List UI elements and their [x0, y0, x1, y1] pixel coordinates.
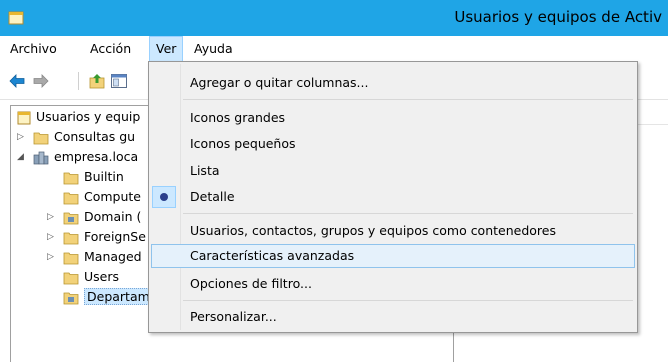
folder-icon: [63, 272, 79, 284]
tree-item-users[interactable]: Users: [63, 267, 119, 287]
menu-separator: [183, 99, 633, 100]
menu-item-users-as-containers[interactable]: Usuarios, contactos, grupos y equipos co…: [151, 219, 635, 243]
menu-item-large-icons[interactable]: Iconos grandes: [151, 106, 635, 130]
organizational-unit-icon: [63, 212, 79, 224]
console-tree: Usuarios y equip ▷ Consultas gu ◢ empres…: [10, 105, 150, 362]
menu-bar: Archivo Acción Ver Ayuda: [0, 36, 668, 62]
tree-item-builtin[interactable]: Builtin: [63, 167, 124, 187]
expand-expanded-icon[interactable]: ◢: [17, 147, 27, 167]
tree-item-domain[interactable]: empresa.loca: [33, 147, 138, 167]
title-bar: Usuarios y equipos de Activ: [0, 0, 668, 36]
app-window-icon: [8, 11, 24, 25]
tree-item-computers[interactable]: Compute: [63, 187, 141, 207]
tree-item-consultas[interactable]: Consultas gu: [33, 127, 135, 147]
menu-accion[interactable]: Acción: [84, 36, 137, 62]
menu-item-small-icons[interactable]: Iconos pequeños: [151, 132, 635, 156]
organizational-unit-icon: [63, 292, 79, 304]
menu-item-list[interactable]: Lista: [151, 159, 635, 183]
directory-root-icon: [17, 111, 31, 124]
show-hide-console-tree-icon[interactable]: [110, 72, 128, 90]
tree-item-departamentos[interactable]: Departam: [63, 287, 150, 307]
menu-archivo[interactable]: Archivo: [4, 36, 63, 62]
tree-item-root[interactable]: Usuarios y equip: [17, 107, 140, 127]
back-arrow-icon[interactable]: [8, 72, 26, 90]
domain-icon: [33, 151, 49, 164]
folder-icon: [63, 232, 79, 244]
tree-item-domain-controllers[interactable]: Domain (: [63, 207, 141, 227]
expand-collapsed-icon[interactable]: ▷: [47, 247, 57, 267]
menu-item-advanced-features[interactable]: Características avanzadas: [151, 244, 635, 268]
menu-item-customize[interactable]: Personalizar...: [151, 305, 635, 329]
window-title: Usuarios y equipos de Activ: [454, 8, 662, 26]
expand-collapsed-icon[interactable]: ▷: [47, 207, 57, 227]
menu-item-detail[interactable]: Detalle: [151, 185, 635, 209]
menu-item-add-remove-columns[interactable]: Agregar o quitar columnas...: [151, 71, 635, 95]
folder-icon: [63, 252, 79, 264]
view-dropdown-menu: Agregar o quitar columnas... Iconos gran…: [148, 61, 638, 333]
tree-item-managed[interactable]: Managed: [63, 247, 142, 267]
expand-collapsed-icon[interactable]: ▷: [17, 127, 27, 147]
menu-separator: [183, 213, 633, 214]
folder-icon: [33, 132, 49, 144]
up-folder-icon[interactable]: [88, 72, 106, 90]
forward-arrow-icon[interactable]: [32, 72, 50, 90]
tree-item-foreign-security[interactable]: ForeignSe: [63, 227, 146, 247]
folder-icon: [63, 172, 79, 184]
menu-separator: [183, 300, 633, 301]
menu-item-filter-options[interactable]: Opciones de filtro...: [151, 272, 635, 296]
toolbar-separator: [78, 72, 79, 90]
menu-ayuda[interactable]: Ayuda: [188, 36, 239, 62]
expand-collapsed-icon[interactable]: ▷: [47, 227, 57, 247]
menu-ver[interactable]: Ver: [149, 36, 184, 62]
folder-icon: [63, 192, 79, 204]
